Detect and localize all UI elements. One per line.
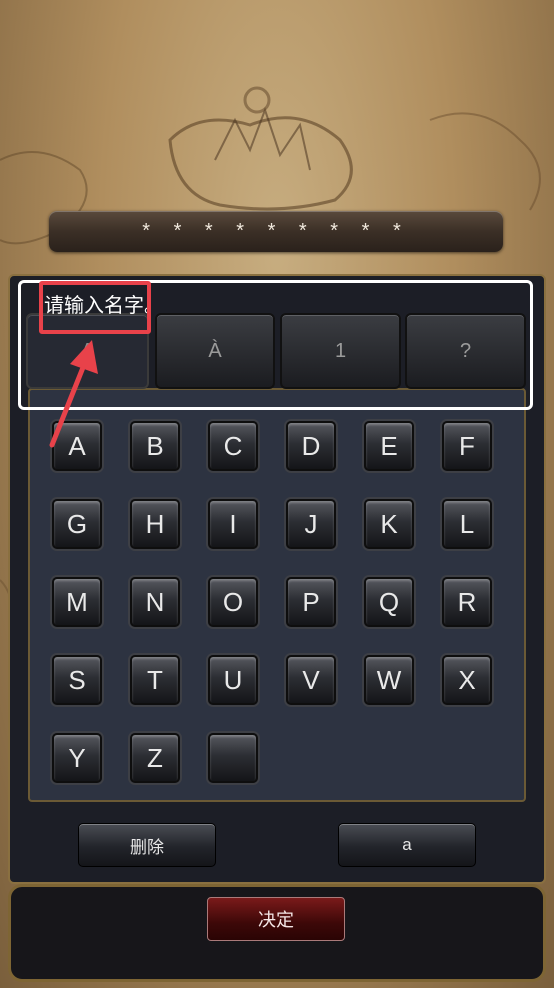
annotation-box: [39, 281, 151, 334]
key-label: C: [223, 430, 243, 461]
key-label: F: [459, 430, 475, 461]
key-i[interactable]: I: [208, 499, 258, 549]
key-q[interactable]: Q: [364, 577, 414, 627]
key-label: S: [68, 664, 86, 695]
key-label: X: [458, 664, 476, 695]
key-r[interactable]: R: [442, 577, 492, 627]
key-label: P: [302, 586, 320, 617]
key-s[interactable]: S: [52, 655, 102, 705]
key-label: M: [66, 586, 88, 617]
key-label: Y: [68, 742, 86, 773]
case-toggle-label: a: [402, 835, 412, 854]
key-z[interactable]: Z: [130, 733, 180, 783]
key-f[interactable]: F: [442, 421, 492, 471]
key-j[interactable]: J: [286, 499, 336, 549]
key-label: O: [222, 586, 244, 617]
key-label: K: [380, 508, 398, 539]
name-input-display[interactable]: * * * * * * * * *: [49, 211, 503, 252]
key-m[interactable]: M: [52, 577, 102, 627]
key-p[interactable]: P: [286, 577, 336, 627]
key-g[interactable]: G: [52, 499, 102, 549]
key-label: T: [147, 664, 163, 695]
case-toggle-button[interactable]: a: [338, 823, 476, 867]
key-label: H: [145, 508, 165, 539]
key-space[interactable]: [208, 733, 258, 783]
key-label: J: [304, 508, 318, 539]
key-l[interactable]: L: [442, 499, 492, 549]
key-y[interactable]: Y: [52, 733, 102, 783]
confirm-button[interactable]: 决定: [207, 897, 345, 941]
key-w[interactable]: W: [364, 655, 414, 705]
key-label: W: [376, 664, 402, 695]
delete-button[interactable]: 删除: [78, 823, 216, 867]
key-c[interactable]: C: [208, 421, 258, 471]
key-label: Q: [378, 586, 400, 617]
key-label: D: [301, 430, 321, 461]
key-o[interactable]: O: [208, 577, 258, 627]
key-n[interactable]: N: [130, 577, 180, 627]
key-label: L: [459, 508, 475, 539]
key-k[interactable]: K: [364, 499, 414, 549]
key-t[interactable]: T: [130, 655, 180, 705]
key-label: R: [457, 586, 477, 617]
key-label: Z: [147, 742, 163, 773]
key-label: V: [302, 664, 320, 695]
key-v[interactable]: V: [286, 655, 336, 705]
key-label: G: [66, 508, 88, 539]
confirm-label: 决定: [258, 910, 294, 930]
key-label: N: [145, 586, 165, 617]
delete-label: 删除: [130, 837, 164, 857]
key-x[interactable]: X: [442, 655, 492, 705]
annotation-arrow-icon: [49, 340, 98, 448]
masked-name-text: * * * * * * * * *: [142, 220, 410, 242]
key-label: E: [380, 430, 398, 461]
key-d[interactable]: D: [286, 421, 336, 471]
key-u[interactable]: U: [208, 655, 258, 705]
key-label: U: [223, 664, 243, 695]
key-label: I: [229, 508, 237, 539]
key-b[interactable]: B: [130, 421, 180, 471]
key-label: B: [146, 430, 164, 461]
key-e[interactable]: E: [364, 421, 414, 471]
key-h[interactable]: H: [130, 499, 180, 549]
